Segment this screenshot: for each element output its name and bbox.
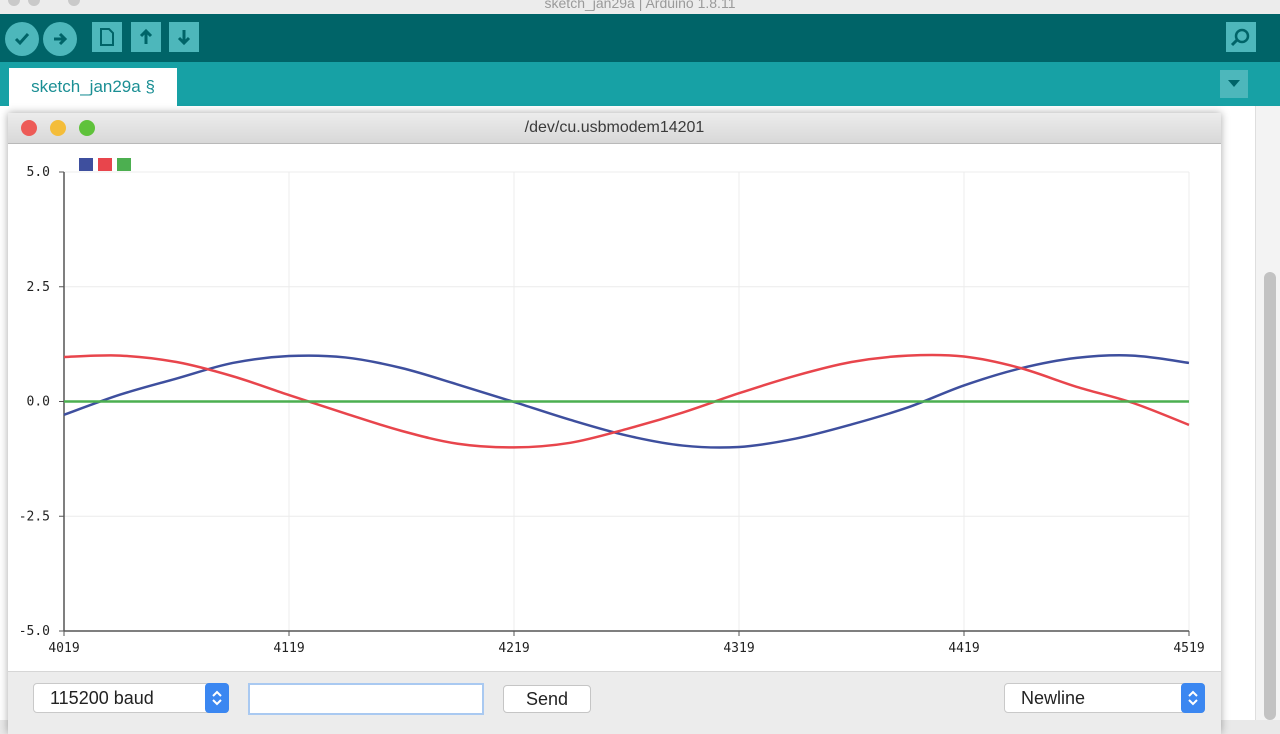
x-tick-label: 4319 (723, 641, 754, 656)
tab-sketch[interactable]: sketch_jan29a § (9, 68, 177, 106)
send-input[interactable] (248, 683, 484, 715)
y-tick-label: -5.0 (19, 624, 50, 639)
magnifier-icon (1230, 28, 1250, 47)
ide-window-title: sketch_jan29a | Arduino 1.8.11 (544, 0, 736, 11)
serial-plot-chart: 5.0 2.5 0.0 -2.5 -5.0 4019 4119 4219 4319 4419 451… (19, 158, 1205, 656)
plot-area: 5.0 2.5 0.0 -2.5 -5.0 4019 4119 4219 4319 4419 451… (8, 144, 1221, 671)
line-ending-stepper-icon[interactable] (1181, 683, 1205, 713)
ide-minimize-dot[interactable] (28, 0, 40, 6)
x-tick-label: 4219 (498, 641, 529, 656)
line-ending-select[interactable]: Newline (1004, 683, 1205, 713)
close-window-button[interactable] (21, 120, 37, 136)
ide-tab-bar: sketch_jan29a § (0, 62, 1280, 106)
baud-rate-value: 115200 baud (50, 688, 154, 708)
legend-swatch (117, 158, 131, 171)
editor-scrollbar-thumb[interactable] (1264, 272, 1276, 720)
ide-title-bar: sketch_jan29a | Arduino 1.8.11 (0, 0, 1280, 15)
y-tick-label: 0.0 (27, 395, 50, 410)
serial-monitor-button[interactable] (1226, 22, 1256, 52)
verify-button[interactable] (5, 22, 39, 56)
x-tick-label: 4019 (48, 641, 79, 656)
plotter-title: /dev/cu.usbmodem14201 (524, 119, 705, 136)
ide-close-dot[interactable] (8, 0, 20, 6)
legend-swatch (79, 158, 93, 171)
ide-toolbar (0, 14, 1280, 62)
open-sketch-button[interactable] (131, 22, 161, 52)
minimize-window-button[interactable] (50, 120, 66, 136)
arrow-down-icon (177, 30, 191, 46)
line-ending-value: Newline (1021, 688, 1086, 708)
new-sketch-button[interactable] (92, 22, 122, 52)
y-tick-label: -2.5 (19, 509, 50, 524)
plotter-title-bar: /dev/cu.usbmodem14201 (8, 113, 1221, 144)
y-tick-label: 2.5 (27, 280, 50, 295)
y-tick-label: 5.0 (27, 165, 50, 180)
save-sketch-button[interactable] (169, 22, 199, 52)
x-tick-label: 4119 (273, 641, 304, 656)
x-tick-label: 4519 (1173, 641, 1204, 656)
upload-button[interactable] (43, 22, 77, 56)
arrow-right-icon (54, 32, 68, 46)
send-button[interactable]: Send (503, 685, 591, 713)
ide-zoom-dot[interactable] (68, 0, 80, 6)
plotter-controls: 115200 baud Send Newline (8, 671, 1221, 734)
baud-rate-select[interactable]: 115200 baud (33, 683, 229, 713)
serial-plotter-window: /dev/cu.usbmodem14201 5.0 2.5 0.0 -2.5 -5.0 4… (8, 113, 1221, 734)
legend-swatch (98, 158, 112, 171)
tab-menu-button[interactable] (1220, 70, 1248, 98)
zoom-window-button[interactable] (79, 120, 95, 136)
arrow-up-icon (139, 28, 153, 44)
baud-stepper-icon[interactable] (205, 683, 229, 713)
check-icon (14, 33, 30, 46)
triangle-down-icon (1228, 80, 1240, 87)
new-file-icon (100, 28, 114, 46)
x-tick-label: 4419 (948, 641, 979, 656)
